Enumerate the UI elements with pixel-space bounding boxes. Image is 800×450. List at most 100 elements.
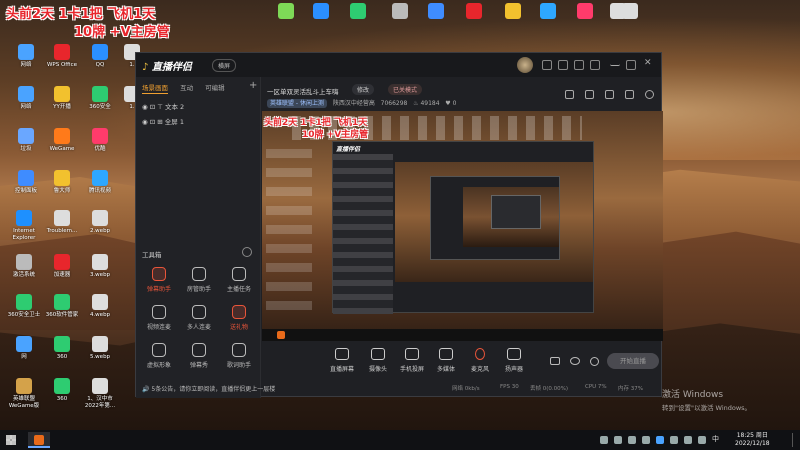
desktop-icon[interactable]: 5.webp (80, 336, 120, 361)
desktop-icon[interactable]: 360 (42, 336, 82, 361)
mirror-icon[interactable] (605, 90, 614, 99)
message-icon[interactable] (558, 60, 568, 70)
window-titlebar[interactable]: ♪ 直播伴侣 横屏 ✕ (136, 53, 661, 77)
stream-preview[interactable]: 头前2天 1卡1把 飞机1天 10牌 +V主房管 直播伴侣 (262, 111, 663, 341)
desktop-icon-label: 5.webp (89, 354, 111, 360)
desktop-icon[interactable]: 优酷 (80, 128, 120, 153)
desktop-icon[interactable]: 2.webp (80, 210, 120, 235)
desktop-icon[interactable]: 4.webp (80, 294, 120, 319)
desktop-icon[interactable] (266, 3, 306, 21)
desktop-icon[interactable]: YY开播 (42, 86, 82, 111)
tool-item[interactable]: 弹幕助手 (140, 267, 178, 293)
tray-icon[interactable] (628, 436, 636, 444)
desktop-icon[interactable] (301, 3, 341, 21)
category-badge[interactable]: 英雄联盟 - 休闲上测 (267, 99, 327, 108)
desktop-icon[interactable]: 360 (42, 378, 82, 403)
desktop-icon[interactable] (610, 3, 650, 21)
toolbox-more-icon[interactable] (242, 247, 252, 257)
tray-icon[interactable] (642, 436, 650, 444)
taskbar-clock[interactable]: 18:25 周日 2022/12/18 (735, 432, 770, 448)
settings-icon[interactable] (574, 60, 584, 70)
record-icon[interactable] (565, 90, 574, 99)
gear-icon[interactable] (590, 357, 599, 366)
tab-editable[interactable]: 可编辑 (205, 84, 225, 92)
desktop-icon[interactable]: WeGame (42, 128, 82, 153)
app-icon (92, 254, 108, 270)
taskbar-app-live-companion[interactable] (28, 432, 50, 448)
nested-preview-window: 直播伴侣 (332, 141, 594, 314)
desktop-icon[interactable]: Troublem... (42, 210, 82, 235)
desktop-icon[interactable]: 加速器 (42, 254, 82, 279)
tray-icon[interactable] (600, 436, 608, 444)
location-text: 陕西汉中经营高 (332, 100, 375, 107)
tool-item[interactable]: 视频连麦 (140, 305, 178, 331)
start-live-button[interactable]: 开始直播 (607, 353, 659, 369)
tool-item[interactable]: 多人连麦 (180, 305, 218, 331)
orientation-toggle-button[interactable]: 横屏 (212, 59, 237, 72)
desktop-icon[interactable]: 360安全卫士 (4, 294, 44, 319)
tab-interact[interactable]: 互动 (180, 84, 193, 92)
maximize-icon[interactable] (626, 60, 636, 70)
tool-item[interactable]: 歌词助手 (220, 343, 258, 369)
tool-item[interactable]: 虚拟形象 (140, 343, 178, 369)
lock-icon[interactable] (585, 90, 594, 99)
tool-item[interactable]: 主播任务 (220, 267, 258, 293)
app-icon (54, 294, 70, 310)
desktop-icon[interactable]: 英雄联盟 WeGame版 (4, 378, 44, 410)
desktop-icon[interactable]: 腾讯视频 (80, 170, 120, 195)
share-icon[interactable] (645, 90, 654, 99)
desktop-icon[interactable]: 360软件管家 (42, 294, 82, 319)
tab-scene[interactable]: 场景画面 (142, 84, 168, 94)
minimize-icon[interactable] (610, 60, 620, 66)
live-companion-window[interactable]: ♪ 直播伴侣 横屏 ✕ 场景画面 互动 可编辑 + ◉ ⊡ ⊤ 文本 2 ◉ ⊡… (135, 52, 663, 398)
volume-icon[interactable] (698, 436, 706, 444)
tool-item[interactable]: 房管助手 (180, 267, 218, 293)
desktop-icon[interactable] (380, 3, 420, 21)
menu-icon[interactable] (590, 60, 600, 70)
activation-title: 激活 Windows (662, 390, 724, 400)
desktop-icon[interactable]: 控制面板 (6, 170, 46, 195)
edit-title-button[interactable]: 修改 (352, 84, 375, 95)
app-icon (92, 44, 108, 60)
network-icon[interactable] (684, 436, 692, 444)
scene-panel: 场景画面 互动 可编辑 + ◉ ⊡ ⊤ 文本 2 ◉ ⊡ ⊞ 全屏 1 工具箱 … (136, 77, 275, 398)
eye-icon[interactable] (570, 357, 580, 365)
capture-tool-button[interactable]: 直播屏幕 (322, 348, 362, 373)
tool-icon (152, 267, 166, 281)
tray-icon[interactable] (614, 436, 622, 444)
desktop-icon[interactable]: 3.webp (80, 254, 120, 279)
tool-item[interactable]: 送礼物 (220, 305, 258, 331)
app-icon (54, 86, 70, 102)
ime-icon[interactable]: 中 (712, 434, 720, 443)
avatar[interactable] (517, 57, 533, 73)
announcement-bar[interactable]: 🔊 5条公告，请你立即阅读，直播伴侣更上一层楼 (142, 384, 275, 393)
desktop-icon[interactable]: 网络 (6, 86, 46, 111)
source-item[interactable]: ◉ ⊡ ⊤ 文本 2 (142, 101, 184, 111)
close-icon[interactable]: ✕ (644, 58, 654, 68)
desktop-icon[interactable]: 鲁大师 (42, 170, 82, 195)
desktop-icon[interactable] (338, 3, 378, 21)
tray-icon[interactable] (670, 436, 678, 444)
tray-icon[interactable] (656, 436, 664, 444)
desktop-icon[interactable]: WPS Office (42, 44, 82, 69)
desktop-icon[interactable] (493, 3, 533, 21)
camera-icon[interactable] (550, 357, 560, 365)
show-desktop-button[interactable] (792, 433, 795, 447)
mode-chip[interactable]: 已关模式 (388, 84, 423, 95)
desktop-icon[interactable] (454, 3, 494, 21)
notification-icon[interactable] (542, 60, 552, 70)
desktop-icon[interactable] (416, 3, 456, 21)
desktop-icon[interactable]: 垃圾 (6, 128, 46, 153)
desktop-icon[interactable]: 1、汉中市 2022年第... (80, 378, 120, 410)
windows-start-icon[interactable] (6, 435, 16, 445)
desktop-icon[interactable]: 激活系统 (4, 254, 44, 279)
desktop-icon[interactable]: 网 (4, 336, 44, 361)
tool-item[interactable]: 弹幕秀 (180, 343, 218, 369)
desktop-icon[interactable]: Internet Explorer (4, 210, 44, 242)
source-item[interactable]: ◉ ⊡ ⊞ 全屏 1 (142, 116, 184, 126)
bell-icon[interactable] (625, 90, 634, 99)
desktop-icon[interactable] (528, 3, 568, 21)
capture-tool-button[interactable]: 扬声器 (494, 348, 534, 373)
desktop-icon[interactable]: 网络 (6, 44, 46, 69)
add-scene-icon[interactable]: + (249, 80, 257, 91)
